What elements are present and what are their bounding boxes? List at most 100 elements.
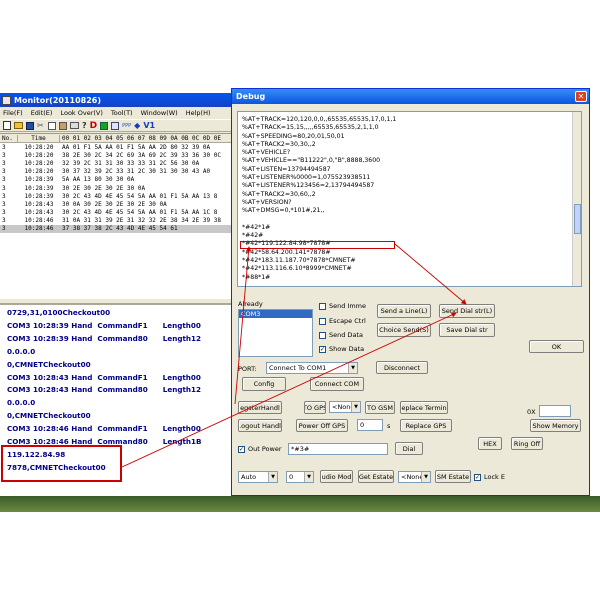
log-line: 0,CMNETCheckout00 [7, 411, 91, 421]
disconnect-button[interactable]: Disconnect [376, 361, 428, 374]
replace-gps-button[interactable]: Replace GPS [400, 419, 452, 432]
menu-edit[interactable]: Edit(E) [31, 109, 53, 117]
show-memory-button[interactable]: Show Memory [530, 419, 581, 432]
menu-look-over[interactable]: Look Over(V) [60, 109, 102, 117]
gps-none-select[interactable]: <None> ▼ [329, 401, 361, 413]
chevron-down-icon[interactable]: ▼ [348, 363, 357, 373]
lock-check[interactable]: ✓ Lock E [474, 473, 505, 481]
save-dial-button[interactable]: Save Dial str [439, 323, 495, 337]
ok-button[interactable]: OK [529, 340, 584, 353]
toolbar-v1[interactable]: V1 [143, 121, 155, 130]
send-data-label: Send Data [329, 331, 363, 339]
d-icon[interactable]: D [90, 121, 97, 131]
auto-select[interactable]: Auto ▼ [238, 471, 278, 483]
table-row[interactable]: 3 10:28:20 32 39 2C 31 31 30 33 33 31 2C 5… [0, 159, 236, 167]
out-power-box[interactable]: ✓ [238, 445, 245, 453]
monitor-title: Monitor(20110826) [14, 95, 102, 105]
gsm-estate-button[interactable]: SM Estate [435, 470, 471, 483]
estate-none-select[interactable]: <None> ▼ [398, 471, 431, 483]
get-estate-button[interactable]: Get Estate [358, 470, 394, 483]
connect-com-button[interactable]: Connect COM [310, 377, 364, 391]
close-icon[interactable]: ✕ [575, 91, 587, 102]
cut-icon[interactable]: ✂ [37, 121, 45, 130]
debug-text-line: %AT+TRACK=15,15,,,,,65535,65535,2,1,1,0 [242, 124, 379, 132]
table-row[interactable]: 3 10:28:20 38 2E 30 2C 34 2C 69 3A 69 2C 3… [0, 151, 236, 159]
config-button[interactable]: Config [242, 377, 286, 391]
ring-off-button[interactable]: Ring Off [511, 437, 543, 450]
dial-button[interactable]: Dial [395, 442, 423, 455]
menu-help[interactable]: Help(H) [186, 109, 211, 117]
new-file-icon[interactable] [3, 121, 11, 130]
seconds-value: 0 [360, 421, 365, 429]
audio-mode-button[interactable]: udio Mod [320, 470, 353, 483]
replace-terminal-button[interactable]: eplace Termin [400, 401, 448, 414]
ppp-icon[interactable]: PPP [122, 123, 131, 129]
already-list[interactable]: COM3 [238, 309, 313, 357]
debug-text-scrollbar[interactable] [572, 112, 581, 286]
to-gps-button[interactable]: TO GPS [304, 401, 326, 414]
seconds-input[interactable]: 0 [357, 419, 383, 431]
lock-box[interactable]: ✓ [474, 473, 481, 481]
table-row[interactable]: 3 10:28:39 30 2C 43 4D 4E 45 54 5A AA 01 F… [0, 192, 236, 200]
table-row[interactable]: 3 10:28:46 37 38 37 38 2C 43 4D 4E 45 54 6… [0, 224, 236, 234]
send-immediately-label: Send Imme [329, 302, 367, 310]
cell-no: 3 [2, 176, 6, 184]
monitor-titlebar[interactable]: Monitor(20110826) [0, 93, 236, 107]
power-off-gps-button[interactable]: Power Off GPS [296, 419, 348, 432]
show-data-box[interactable]: ✓ [319, 345, 326, 353]
desktop-strip [0, 496, 600, 512]
choice-send-button[interactable]: Choice Send(S) [377, 323, 431, 337]
escape-ctrl-box[interactable] [319, 317, 326, 325]
show-data-check[interactable]: ✓ Show Data [319, 345, 364, 353]
table-row[interactable]: 3 10:28:46 31 0A 31 31 39 2E 31 32 32 2E 3… [0, 217, 236, 225]
chevron-down-icon[interactable]: ▼ [268, 472, 277, 482]
table-row[interactable]: 3 10:28:20 30 37 32 39 2C 33 31 2C 30 31 3… [0, 168, 236, 176]
print-icon[interactable] [70, 122, 79, 129]
col-time[interactable]: Time [18, 134, 60, 142]
send-dial-button[interactable]: Send Dial str(L) [439, 304, 495, 318]
send-line-button[interactable]: Send a Line(L) [377, 304, 431, 318]
copy-icon[interactable] [48, 121, 56, 130]
paste-icon[interactable] [59, 121, 67, 130]
chevron-down-icon[interactable]: ▼ [351, 402, 360, 412]
open-folder-icon[interactable] [14, 122, 23, 129]
table-row[interactable]: 3 10:28:43 30 2C 43 4D 4E 45 54 5A AA 01 F… [0, 209, 236, 217]
table-row[interactable]: 3 10:28:43 30 0A 30 2E 30 2E 30 2E 30 0A [0, 200, 236, 208]
table-row[interactable]: 3 10:28:20 AA 01 F1 5A AA 01 F1 5A AA 2D 8… [0, 143, 236, 151]
hex-button[interactable]: HEX [478, 437, 502, 450]
menu-tool[interactable]: Tool(T) [111, 109, 133, 117]
col-hex[interactable]: 00 01 02 03 04 05 06 07 08 09 0A 0B 0C 0… [60, 135, 236, 142]
ox-input[interactable] [539, 405, 571, 417]
to-gsm-button[interactable]: TO GSM [365, 401, 395, 414]
send-immediately-check[interactable]: Send Imme [319, 302, 366, 310]
register-handle-button[interactable]: egsterHandl [238, 401, 282, 414]
send-immediately-box[interactable] [319, 302, 326, 310]
menu-window[interactable]: Window(W) [141, 109, 178, 117]
escape-ctrl-check[interactable]: Escape Ctrl [319, 317, 366, 325]
table-row[interactable]: 3 10:28:39 30 2E 30 2E 30 2E 30 0A [0, 184, 236, 192]
cell-time: 10:28:20 [24, 168, 54, 176]
debug-text-area[interactable]: %AT+TRACK=120,120,0,0,,65535,65535,17,0,… [237, 111, 582, 287]
scroll-thumb[interactable] [574, 204, 581, 234]
send-data-box[interactable] [319, 331, 326, 339]
chevron-down-icon[interactable]: ▼ [304, 472, 313, 482]
table-row[interactable]: 3 10:28:39 5A AA 13 80 30 30 0A [0, 176, 236, 184]
diamond-icon[interactable]: ◆ [134, 121, 140, 130]
dial-input[interactable]: *#3# [288, 443, 388, 455]
send-data-check[interactable]: Send Data [319, 331, 363, 339]
logout-handle-button[interactable]: .ogout Handl [238, 419, 282, 432]
debug-text-line: *#42*113.116.6.10*8999*CMNET# [242, 265, 352, 273]
out-power-check[interactable]: ✓ Out Power [238, 445, 282, 453]
menu-file[interactable]: File(F) [3, 109, 23, 117]
chevron-down-icon[interactable]: ▼ [421, 472, 430, 482]
already-item-com3[interactable]: COM3 [239, 310, 312, 318]
zero-select[interactable]: 0 ▼ [286, 471, 314, 483]
save-icon[interactable] [26, 121, 34, 130]
col-no[interactable]: No. [0, 134, 18, 142]
debug-titlebar[interactable]: Debug ✕ [232, 89, 589, 104]
grid-green-icon[interactable] [100, 121, 109, 130]
help-icon[interactable]: ? [82, 121, 87, 130]
port-select[interactable]: Connect To COM1 ▼ [266, 362, 358, 374]
grid-icon[interactable] [111, 121, 120, 130]
dial-value: *#3# [291, 445, 310, 453]
